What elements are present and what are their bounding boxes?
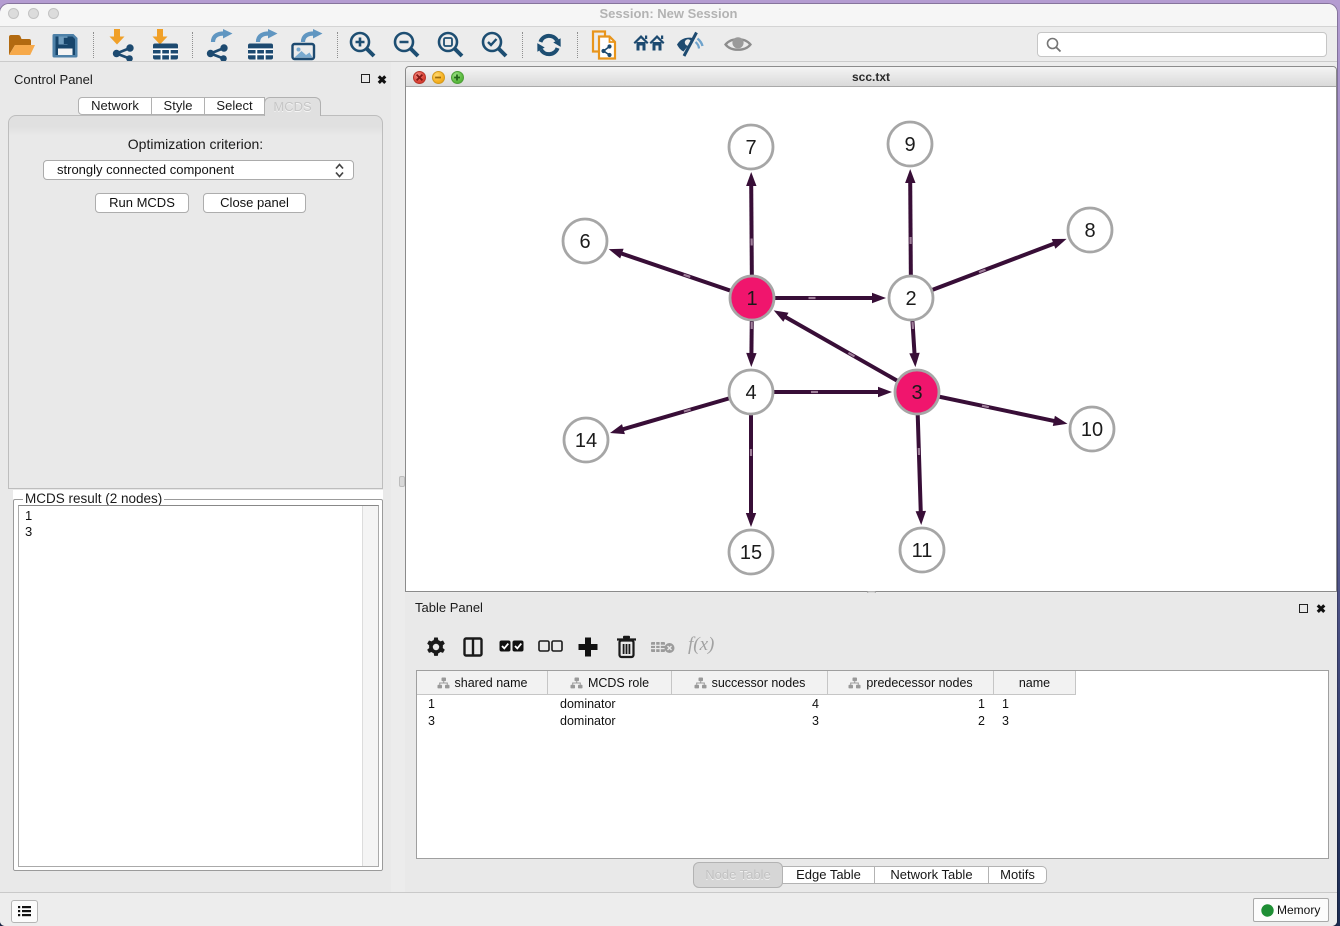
svg-text:3: 3 [911,382,922,404]
svg-text:8: 8 [1084,220,1095,242]
svg-text:1: 1 [746,288,757,310]
svg-text:6: 6 [579,231,590,253]
svg-text:4: 4 [745,382,756,404]
svg-text:14: 14 [575,430,597,452]
svg-text:11: 11 [912,540,933,562]
svg-text:2: 2 [905,288,916,310]
svg-text:15: 15 [740,542,762,564]
svg-text:10: 10 [1081,419,1103,441]
svg-text:9: 9 [904,134,915,156]
svg-text:7: 7 [745,137,756,159]
